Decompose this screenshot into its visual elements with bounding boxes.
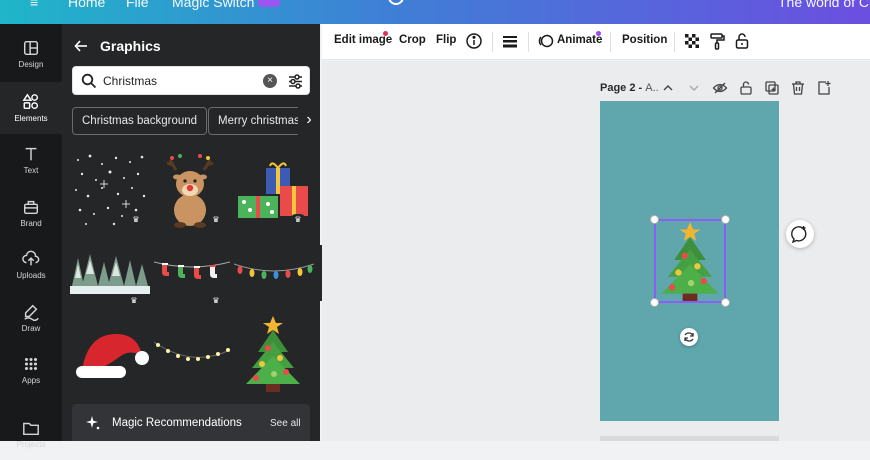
santa-hat-graphic[interactable] bbox=[72, 324, 150, 384]
next-page-preview bbox=[600, 436, 779, 441]
undo-icon[interactable] bbox=[388, 0, 404, 5]
premium-crown-icon: ♛ bbox=[208, 214, 224, 226]
search-input[interactable] bbox=[103, 72, 253, 90]
rail-design[interactable]: Design bbox=[0, 28, 62, 80]
search-icon bbox=[81, 73, 97, 89]
stocking-garland-graphic[interactable] bbox=[154, 256, 230, 284]
side-rail: Design Elements Text Brand Uploads Draw … bbox=[0, 24, 62, 449]
see-all-link[interactable]: See all bbox=[270, 418, 301, 429]
design-icon bbox=[23, 40, 39, 56]
home-link[interactable]: Home bbox=[68, 0, 105, 10]
draw-icon bbox=[24, 304, 39, 321]
premium-crown-icon: ♛ bbox=[126, 295, 142, 307]
toolbar-divider bbox=[610, 32, 611, 52]
edit-image-button[interactable]: Edit image bbox=[334, 34, 392, 46]
resize-handle[interactable] bbox=[650, 298, 659, 307]
pro-badge bbox=[258, 0, 280, 7]
toolbar-divider bbox=[528, 32, 529, 52]
crop-button[interactable]: Crop bbox=[399, 34, 426, 46]
document-title[interactable]: The world of Chris bbox=[778, 0, 870, 10]
rail-label: Uploads bbox=[16, 271, 46, 280]
apps-icon bbox=[24, 357, 38, 371]
rail-uploads[interactable]: Uploads bbox=[0, 239, 62, 291]
top-bar: ≡ Home File Magic Switch The world of Ch… bbox=[0, 0, 870, 24]
context-toolbar: Edit image Crop Flip Animate Position bbox=[322, 24, 870, 60]
uploads-icon bbox=[22, 250, 40, 266]
menu-icon[interactable]: ≡ bbox=[30, 0, 38, 10]
rail-draw[interactable]: Draw bbox=[0, 292, 62, 344]
hide-page-icon[interactable] bbox=[712, 80, 728, 96]
rail-elements[interactable]: Elements bbox=[0, 82, 62, 134]
christmas-tree-graphic[interactable] bbox=[242, 314, 304, 392]
brand-icon bbox=[23, 200, 39, 215]
rail-projects[interactable]: Projects bbox=[0, 408, 62, 460]
add-comment-icon[interactable] bbox=[786, 220, 814, 248]
rail-brand[interactable]: Brand bbox=[0, 187, 62, 239]
file-menu[interactable]: File bbox=[126, 0, 149, 10]
magic-switch-button[interactable]: Magic Switch bbox=[172, 0, 254, 10]
page-label[interactable]: Page 2 - A.. bbox=[600, 82, 659, 94]
notification-dot bbox=[596, 31, 601, 36]
projects-icon bbox=[23, 422, 39, 436]
rail-label: Elements bbox=[14, 114, 48, 123]
delete-page-icon[interactable] bbox=[790, 80, 806, 96]
page-title: A.. bbox=[645, 82, 659, 94]
christmas-lights-graphic[interactable] bbox=[234, 258, 314, 284]
magic-recommendations[interactable]: Magic Recommendations See all bbox=[72, 404, 310, 441]
resize-handle[interactable] bbox=[721, 298, 730, 307]
premium-crown-icon: ♛ bbox=[128, 214, 144, 226]
rail-label: Text bbox=[23, 166, 39, 175]
text-icon bbox=[25, 147, 37, 161]
rail-label: Projects bbox=[16, 440, 46, 449]
clear-search-icon[interactable]: × bbox=[263, 74, 277, 88]
border-style-icon[interactable] bbox=[501, 32, 519, 50]
resize-handle[interactable] bbox=[721, 215, 730, 224]
animate-button[interactable]: Animate bbox=[557, 34, 602, 46]
lock-page-icon[interactable] bbox=[738, 80, 754, 96]
resize-handle[interactable] bbox=[650, 215, 659, 224]
winter-forest-graphic[interactable] bbox=[70, 252, 150, 294]
filter-icon[interactable] bbox=[287, 73, 304, 90]
lock-icon[interactable] bbox=[733, 32, 751, 50]
panel-title: Graphics bbox=[100, 38, 161, 54]
panel-header: Graphics bbox=[74, 36, 161, 56]
rail-text[interactable]: Text bbox=[0, 134, 62, 186]
rail-label: Apps bbox=[21, 376, 41, 385]
page-number: Page 2 - bbox=[600, 82, 646, 94]
rail-apps[interactable]: Apps bbox=[0, 344, 62, 396]
selection-box bbox=[654, 219, 726, 303]
duplicate-page-icon[interactable] bbox=[764, 80, 780, 96]
string-lights-graphic[interactable] bbox=[152, 336, 232, 370]
sparkle-icon bbox=[86, 416, 100, 430]
info-icon[interactable] bbox=[465, 32, 483, 50]
chevron-right-icon[interactable]: › bbox=[298, 107, 320, 135]
chevron-up-icon[interactable] bbox=[660, 80, 676, 96]
flip-button[interactable]: Flip bbox=[436, 34, 456, 46]
chevron-down-icon[interactable] bbox=[686, 80, 702, 96]
paint-roller-icon[interactable] bbox=[708, 32, 726, 50]
rotate-icon[interactable] bbox=[680, 328, 698, 346]
add-page-icon[interactable] bbox=[816, 80, 832, 96]
graphics-panel: Graphics × Christmas background Merry ch… bbox=[62, 24, 320, 441]
search-box[interactable]: × bbox=[72, 66, 310, 95]
gift-boxes-graphic[interactable] bbox=[234, 160, 312, 222]
suggestion-chip[interactable]: Merry christmas bbox=[208, 107, 310, 135]
toolbar-divider bbox=[492, 32, 493, 52]
rail-label: Design bbox=[18, 60, 44, 69]
notification-dot bbox=[383, 31, 388, 36]
transparency-icon[interactable] bbox=[683, 32, 701, 50]
canvas-area[interactable] bbox=[322, 61, 870, 441]
elements-icon bbox=[22, 93, 39, 110]
suggestion-chip[interactable]: Christmas background bbox=[72, 107, 208, 135]
magic-title: Magic Recommendations bbox=[112, 417, 242, 429]
rail-label: Draw bbox=[21, 324, 41, 333]
premium-crown-icon: ♛ bbox=[208, 295, 224, 307]
back-arrow-icon[interactable] bbox=[74, 39, 88, 53]
rail-label: Brand bbox=[20, 219, 42, 228]
toolbar-divider bbox=[674, 32, 675, 52]
position-button[interactable]: Position bbox=[622, 34, 667, 46]
premium-crown-icon: ♛ bbox=[290, 214, 306, 226]
animate-icon bbox=[538, 34, 554, 48]
